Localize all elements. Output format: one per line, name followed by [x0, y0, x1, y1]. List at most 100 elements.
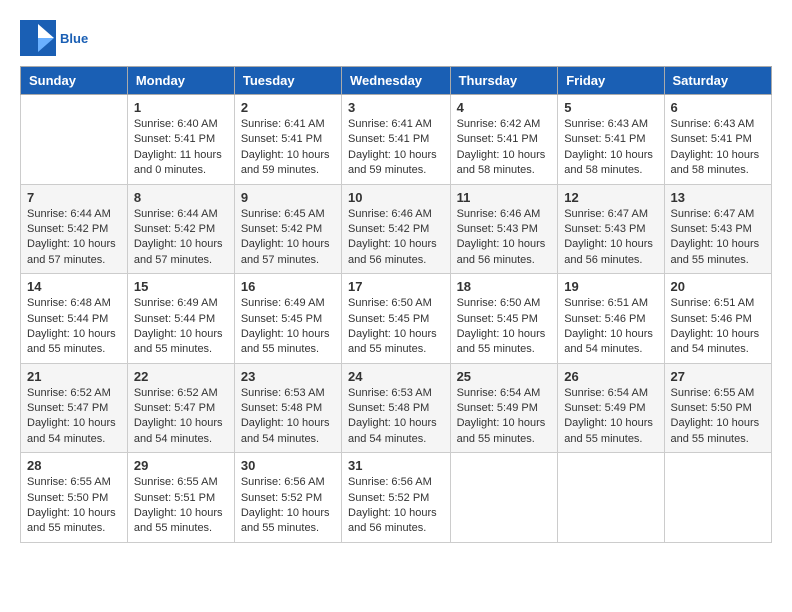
day-info: Sunrise: 6:42 AM Sunset: 5:41 PM Dayligh… — [457, 117, 552, 179]
logo: Blue — [20, 20, 88, 56]
day-number: 31 — [348, 458, 444, 473]
day-number: 12 — [564, 190, 657, 205]
day-info: Sunrise: 6:53 AM Sunset: 5:48 PM Dayligh… — [241, 386, 335, 448]
day-info: Sunrise: 6:51 AM Sunset: 5:46 PM Dayligh… — [564, 296, 657, 358]
weekday-header: Wednesday — [342, 67, 451, 95]
calendar-cell: 2 Sunrise: 6:41 AM Sunset: 5:41 PM Daylig… — [234, 95, 341, 185]
day-number: 25 — [457, 369, 552, 384]
calendar-cell: 5 Sunrise: 6:43 AM Sunset: 5:41 PM Daylig… — [558, 95, 664, 185]
calendar-cell: 17 Sunrise: 6:50 AM Sunset: 5:45 PM Dayli… — [342, 274, 451, 364]
day-info: Sunrise: 6:55 AM Sunset: 5:51 PM Dayligh… — [134, 475, 228, 537]
calendar-cell: 12Sunrise: 6:47 AM Sunset: 5:43 PM Dayli… — [558, 184, 664, 274]
calendar-cell: 4 Sunrise: 6:42 AM Sunset: 5:41 PM Daylig… — [450, 95, 558, 185]
day-number: 9 — [241, 190, 335, 205]
calendar-cell: 22Sunrise: 6:52 AM Sunset: 5:47 PM Dayli… — [127, 363, 234, 453]
day-number: 6 — [671, 100, 765, 115]
day-info: Sunrise: 6:41 AM Sunset: 5:41 PM Dayligh… — [241, 117, 335, 179]
day-number: 20 — [671, 279, 765, 294]
calendar-week-row: 21 Sunrise: 6:52 AM Sunset: 5:47 PM Dayli… — [21, 363, 772, 453]
day-info: Sunrise: 6:46 AM Sunset: 5:42 PM Dayligh… — [348, 207, 444, 269]
day-info: Sunrise: 6:41 AM Sunset: 5:41 PM Dayligh… — [348, 117, 444, 179]
day-number: 21 — [27, 369, 121, 384]
calendar-cell: 16 Sunrise: 6:49 AM Sunset: 5:45 PM Dayli… — [234, 274, 341, 364]
calendar-week-row: 28Sunrise: 6:55 AM Sunset: 5:50 PM Dayli… — [21, 453, 772, 543]
day-number: 13 — [671, 190, 765, 205]
calendar-cell: 3Sunrise: 6:41 AM Sunset: 5:41 PM Daylig… — [342, 95, 451, 185]
day-number: 8 — [134, 190, 228, 205]
weekday-header: Sunday — [21, 67, 128, 95]
day-info: Sunrise: 6:47 AM Sunset: 5:43 PM Dayligh… — [671, 207, 765, 269]
day-number: 15 — [134, 279, 228, 294]
calendar-week-row: 14Sunrise: 6:48 AM Sunset: 5:44 PM Dayli… — [21, 274, 772, 364]
calendar-cell: 20 Sunrise: 6:51 AM Sunset: 5:46 PM Dayli… — [664, 274, 771, 364]
calendar-cell: 9 Sunrise: 6:45 AM Sunset: 5:42 PM Daylig… — [234, 184, 341, 274]
calendar-cell: 14Sunrise: 6:48 AM Sunset: 5:44 PM Dayli… — [21, 274, 128, 364]
calendar-cell: 15 Sunrise: 6:49 AM Sunset: 5:44 PM Dayli… — [127, 274, 234, 364]
weekday-header: Thursday — [450, 67, 558, 95]
calendar-cell: 7Sunrise: 6:44 AM Sunset: 5:42 PM Daylig… — [21, 184, 128, 274]
calendar-cell: 10 Sunrise: 6:46 AM Sunset: 5:42 PM Dayli… — [342, 184, 451, 274]
logo-icon — [20, 20, 56, 56]
day-info: Sunrise: 6:44 AM Sunset: 5:42 PM Dayligh… — [134, 207, 228, 269]
day-number: 2 — [241, 100, 335, 115]
day-info: Sunrise: 6:52 AM Sunset: 5:47 PM Dayligh… — [27, 386, 121, 448]
calendar-cell — [664, 453, 771, 543]
calendar-cell: 19 Sunrise: 6:51 AM Sunset: 5:46 PM Dayli… — [558, 274, 664, 364]
day-info: Sunrise: 6:55 AM Sunset: 5:50 PM Dayligh… — [27, 475, 121, 537]
day-info: Sunrise: 6:40 AM Sunset: 5:41 PM Dayligh… — [134, 117, 228, 179]
day-number: 22 — [134, 369, 228, 384]
calendar-cell: 29 Sunrise: 6:55 AM Sunset: 5:51 PM Dayli… — [127, 453, 234, 543]
day-info: Sunrise: 6:49 AM Sunset: 5:44 PM Dayligh… — [134, 296, 228, 358]
day-info: Sunrise: 6:43 AM Sunset: 5:41 PM Dayligh… — [671, 117, 765, 179]
day-number: 24 — [348, 369, 444, 384]
day-number: 19 — [564, 279, 657, 294]
calendar-cell: 25Sunrise: 6:54 AM Sunset: 5:49 PM Dayli… — [450, 363, 558, 453]
day-number: 1 — [134, 100, 228, 115]
calendar-cell: 26 Sunrise: 6:54 AM Sunset: 5:49 PM Dayli… — [558, 363, 664, 453]
day-number: 14 — [27, 279, 121, 294]
day-info: Sunrise: 6:55 AM Sunset: 5:50 PM Dayligh… — [671, 386, 765, 448]
day-number: 16 — [241, 279, 335, 294]
day-number: 23 — [241, 369, 335, 384]
day-number: 5 — [564, 100, 657, 115]
calendar-cell: 24 Sunrise: 6:53 AM Sunset: 5:48 PM Dayli… — [342, 363, 451, 453]
calendar-cell: 18Sunrise: 6:50 AM Sunset: 5:45 PM Dayli… — [450, 274, 558, 364]
calendar-cell: 31 Sunrise: 6:56 AM Sunset: 5:52 PM Dayli… — [342, 453, 451, 543]
weekday-header: Tuesday — [234, 67, 341, 95]
day-number: 18 — [457, 279, 552, 294]
day-info: Sunrise: 6:45 AM Sunset: 5:42 PM Dayligh… — [241, 207, 335, 269]
calendar-cell: 1 Sunrise: 6:40 AM Sunset: 5:41 PM Daylig… — [127, 95, 234, 185]
day-number: 26 — [564, 369, 657, 384]
calendar: SundayMondayTuesdayWednesdayThursdayFrid… — [20, 66, 772, 543]
day-info: Sunrise: 6:54 AM Sunset: 5:49 PM Dayligh… — [564, 386, 657, 448]
day-number: 10 — [348, 190, 444, 205]
calendar-cell: 30Sunrise: 6:56 AM Sunset: 5:52 PM Dayli… — [234, 453, 341, 543]
day-number: 11 — [457, 190, 552, 205]
day-info: Sunrise: 6:50 AM Sunset: 5:45 PM Dayligh… — [348, 296, 444, 358]
day-info: Sunrise: 6:43 AM Sunset: 5:41 PM Dayligh… — [564, 117, 657, 179]
calendar-week-row: 7Sunrise: 6:44 AM Sunset: 5:42 PM Daylig… — [21, 184, 772, 274]
calendar-cell: 27 Sunrise: 6:55 AM Sunset: 5:50 PM Dayli… — [664, 363, 771, 453]
calendar-cell — [558, 453, 664, 543]
calendar-cell: 21 Sunrise: 6:52 AM Sunset: 5:47 PM Dayli… — [21, 363, 128, 453]
day-number: 29 — [134, 458, 228, 473]
calendar-cell: 6 Sunrise: 6:43 AM Sunset: 5:41 PM Daylig… — [664, 95, 771, 185]
calendar-week-row: 1 Sunrise: 6:40 AM Sunset: 5:41 PM Daylig… — [21, 95, 772, 185]
calendar-cell — [450, 453, 558, 543]
calendar-header-row: SundayMondayTuesdayWednesdayThursdayFrid… — [21, 67, 772, 95]
day-number: 27 — [671, 369, 765, 384]
weekday-header: Friday — [558, 67, 664, 95]
calendar-cell: 28Sunrise: 6:55 AM Sunset: 5:50 PM Dayli… — [21, 453, 128, 543]
day-info: Sunrise: 6:51 AM Sunset: 5:46 PM Dayligh… — [671, 296, 765, 358]
day-info: Sunrise: 6:56 AM Sunset: 5:52 PM Dayligh… — [348, 475, 444, 537]
calendar-cell: 11Sunrise: 6:46 AM Sunset: 5:43 PM Dayli… — [450, 184, 558, 274]
day-info: Sunrise: 6:53 AM Sunset: 5:48 PM Dayligh… — [348, 386, 444, 448]
calendar-cell: 8 Sunrise: 6:44 AM Sunset: 5:42 PM Daylig… — [127, 184, 234, 274]
day-number: 17 — [348, 279, 444, 294]
day-number: 30 — [241, 458, 335, 473]
day-number: 4 — [457, 100, 552, 115]
weekday-header: Saturday — [664, 67, 771, 95]
day-info: Sunrise: 6:49 AM Sunset: 5:45 PM Dayligh… — [241, 296, 335, 358]
logo-blue-line: Blue — [60, 31, 88, 46]
weekday-header: Monday — [127, 67, 234, 95]
